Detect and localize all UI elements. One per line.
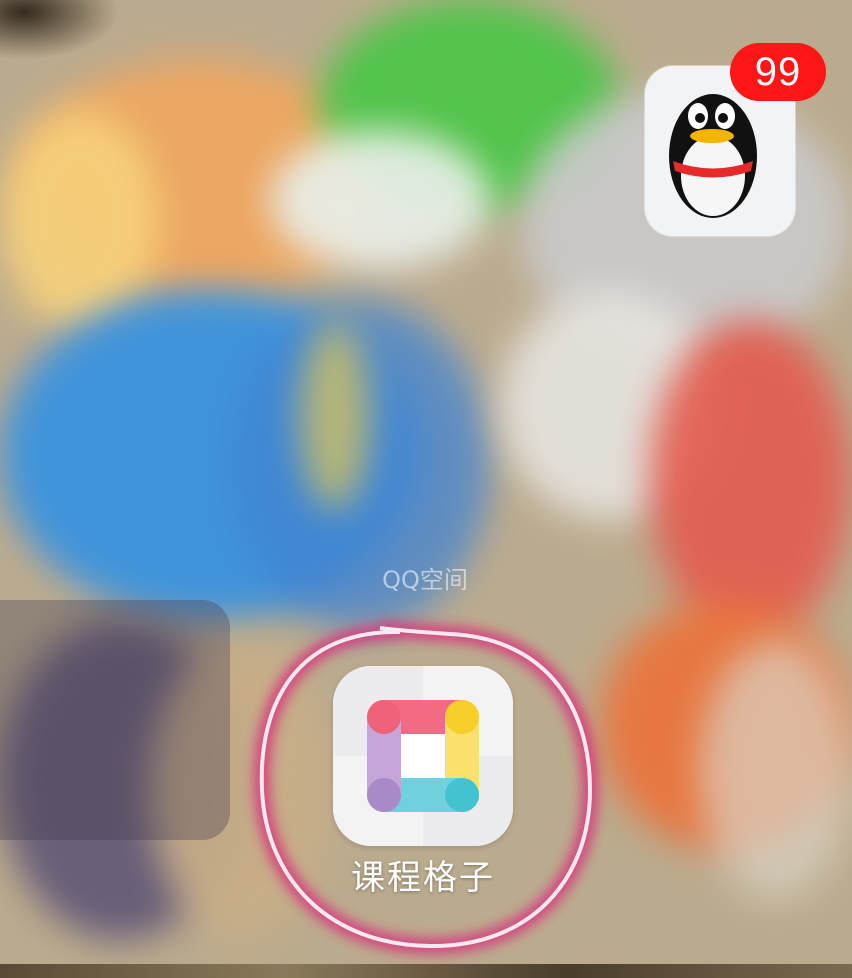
partial-app-tile bbox=[0, 600, 230, 840]
course-grid-logo bbox=[333, 666, 513, 846]
course-grid-icon bbox=[333, 666, 513, 846]
qq-app-label: QQ空间 bbox=[382, 566, 468, 594]
dock-edge bbox=[0, 964, 852, 978]
course-grid-app[interactable] bbox=[333, 666, 513, 846]
notification-badge: 99 bbox=[730, 43, 826, 101]
course-grid-app-label: 课程格子 bbox=[351, 858, 495, 898]
